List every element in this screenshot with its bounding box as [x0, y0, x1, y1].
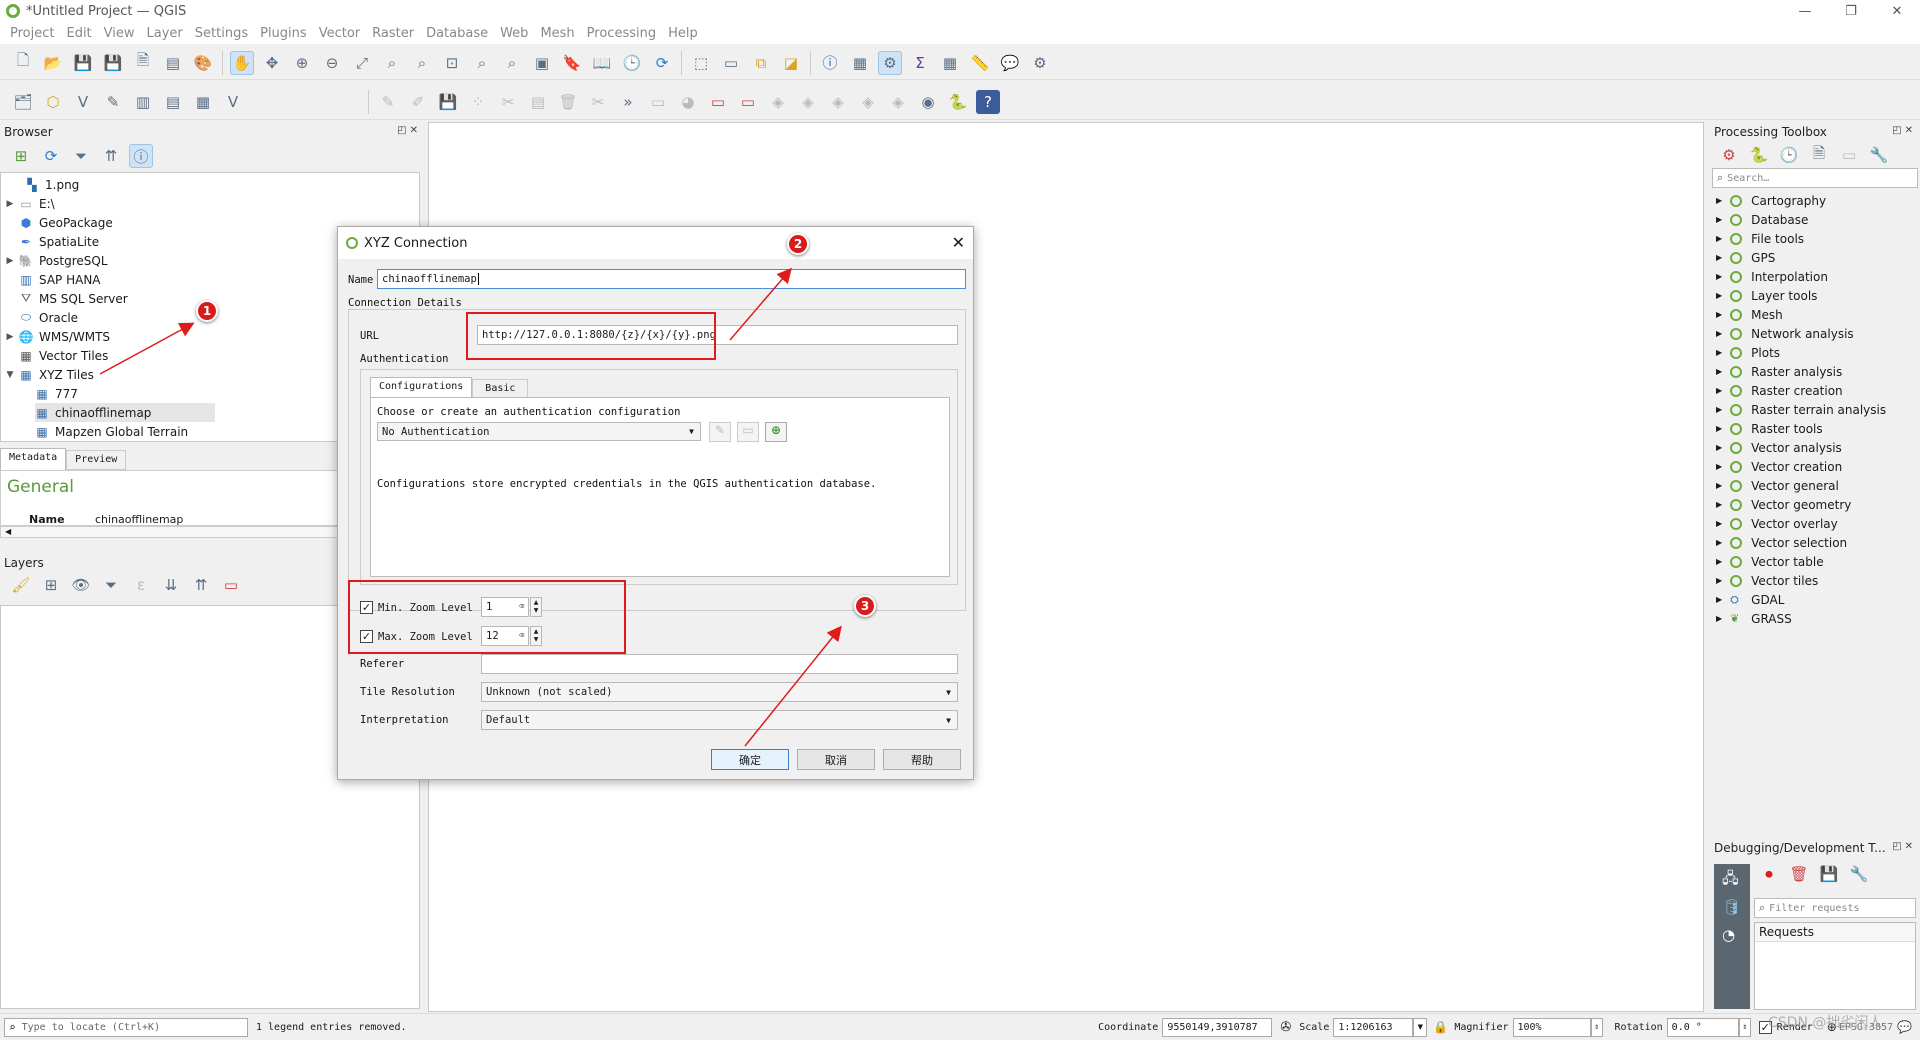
- annotation-marker-2: 2: [787, 233, 809, 255]
- annotation-arrow-2: [729, 267, 792, 341]
- annotation-arrow-1: [99, 322, 195, 375]
- annotation-arrows: [99, 267, 842, 747]
- annotation-marker-1: 1: [196, 300, 218, 322]
- annotation-arrow-3: [744, 625, 842, 747]
- annotation-marker-3: 3: [854, 595, 876, 617]
